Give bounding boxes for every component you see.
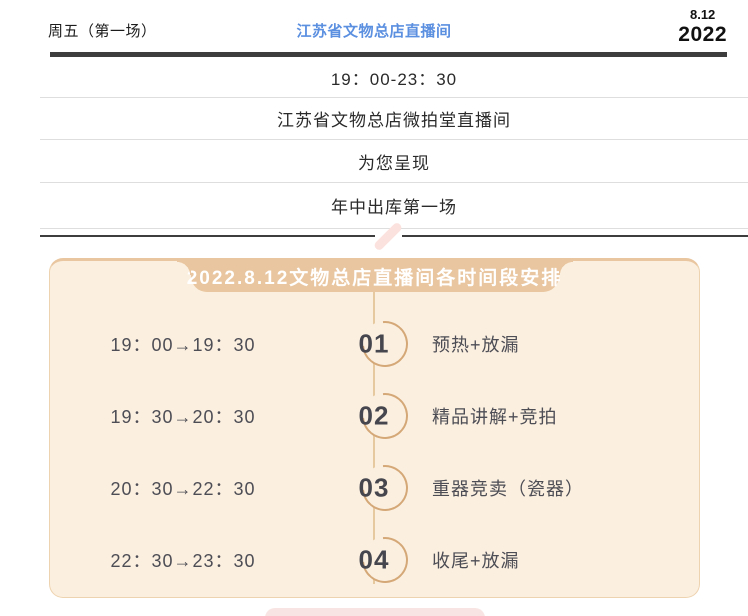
slot-number: 01 [359,329,390,360]
schedule-row: 19：00→19：30 01 预热+放漏 [50,308,699,380]
schedule-row: 20：30→22：30 03 重器竞卖（瓷器） [50,452,699,524]
slot-number: 03 [359,473,390,504]
schedule-row: 19：30→20：30 02 精品讲解+竞拍 [50,380,699,452]
timeline-node: 01 [316,308,432,380]
tab-ear-left [177,261,191,275]
schedule-title: 2022.8.12文物总店直播间各时间段安排 [187,263,563,290]
schedule-row: 22：30→23：30 04 收尾+放漏 [50,524,699,596]
intro-section: 19：00-23：30 江苏省文物总店微拍堂直播间 为您呈现 年中出库第一场 [40,58,748,229]
page-title: 江苏省文物总店直播间 [0,20,748,41]
slot-event: 精品讲解+竞拍 [432,403,748,429]
slot-time: 20：30→22：30 [50,475,316,501]
timeline-node: 02 [316,380,432,452]
date-year: 2022 [678,24,727,45]
slot-event: 重器竞卖（瓷器） [432,475,748,501]
date-block: 8.12 2022 [678,8,727,45]
tab-ear-right [559,261,573,275]
slot-time: 19：30→20：30 [50,403,316,429]
slot-event: 收尾+放漏 [432,547,723,573]
intro-row-time: 19：00-23：30 [40,58,748,98]
timeline-node: 03 [316,452,432,524]
intro-row-presents: 为您呈现 [40,140,748,183]
slot-number: 04 [359,545,390,576]
intro-row-channel: 江苏省文物总店微拍堂直播间 [40,98,748,140]
slot-time: 19：00→19：30 [50,331,316,357]
schedule-title-tab: 2022.8.12文物总店直播间各时间段安排 [191,261,559,292]
schedule-card: 2022.8.12文物总店直播间各时间段安排 19：00→19：30 01 预热… [49,258,700,598]
divider-dark-right [402,235,748,237]
slot-event: 预热+放漏 [432,331,723,357]
slot-number: 02 [359,401,390,432]
date-month-day: 8.12 [678,8,727,21]
intro-row-event-name: 年中出库第一场 [40,183,748,229]
page: 周五（第一场） 江苏省文物总店直播间 8.12 2022 19：00-23：30… [0,0,748,616]
divider-thick [50,52,727,57]
next-section-peek [265,608,485,616]
schedule-rows: 19：00→19：30 01 预热+放漏 19：30→20：30 02 精品讲解… [50,308,699,596]
timeline-node: 04 [316,524,432,596]
divider-dark-left [40,235,375,237]
slot-time: 22：30→23：30 [50,547,316,573]
